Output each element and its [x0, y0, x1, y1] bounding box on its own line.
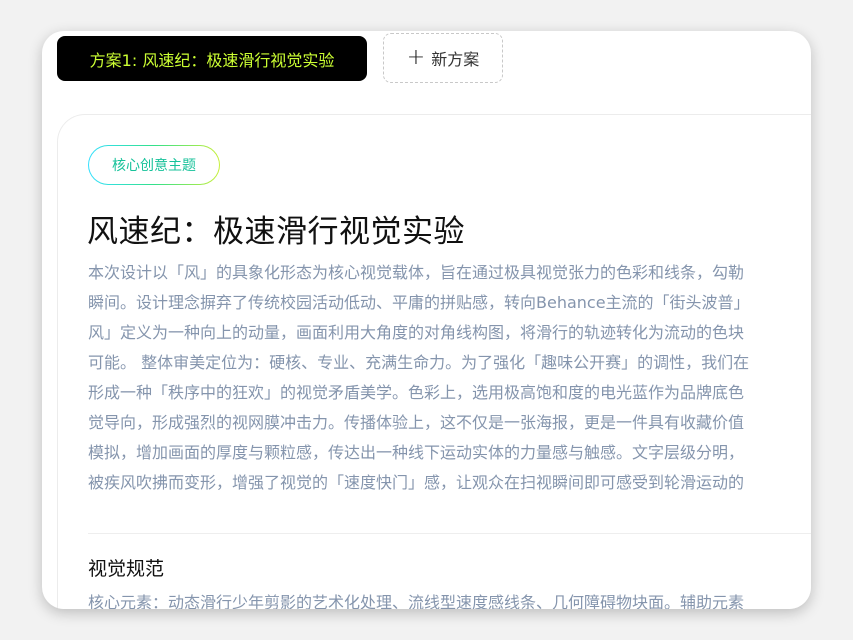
plan-title: 风速纪：极速滑行视觉实验	[87, 214, 465, 250]
tab-plan-1[interactable]: 方案1: 风速纪：极速滑行视觉实验	[57, 36, 367, 81]
new-plan-button[interactable]: + 新方案	[383, 33, 503, 83]
tab-plan-1-label: 方案1: 风速纪：极速滑行视觉实验	[89, 50, 335, 70]
visual-spec-title: 视觉规范	[88, 558, 165, 580]
visual-spec-text: 核心元素：动态滑行少年剪影的艺术化处理、流线型速度感线条、几何障碍物块面。辅助元…	[88, 593, 745, 609]
plus-icon: +	[406, 45, 426, 70]
description-line: 风」定义为一种向上的动量，画面利用大角度的对角线构图，将滑行的轨迹转化为流动的色…	[88, 323, 745, 342]
description-line: 本次设计以「风」的具象化形态为核心视觉载体，旨在通过极具视觉张力的色彩和线条，勾…	[88, 263, 745, 282]
plan-card: 核心创意主题 风速纪：极速滑行视觉实验 本次设计以「风」的具象化形态为核心视觉载…	[57, 114, 811, 609]
plan-tab-bar: 方案1: 风速纪：极速滑行视觉实验 + 新方案	[42, 31, 811, 113]
description-line: 模拟，增加画面的厚度与颗粒感，传达出一种线下运动实体的力量感与触感。文字层级分明…	[88, 443, 745, 462]
theme-badge-label: 核心创意主题	[112, 158, 196, 174]
description-line: 形成一种「秩序中的狂欢」的视觉矛盾美学。色彩上，选用极高饱和度的电光蓝作为品牌底…	[88, 383, 745, 402]
description-line: 可能。 整体审美定位为：硬核、专业、充满生命力。为了强化「趣味公开赛」的调性，我…	[88, 353, 750, 372]
theme-badge: 核心创意主题	[88, 145, 220, 185]
new-plan-label: 新方案	[431, 50, 480, 69]
app-window: 方案1: 风速纪：极速滑行视觉实验 + 新方案 核心创意主题 风速纪：极速滑行视…	[42, 31, 811, 609]
description-line: 被疾风吹拂而变形，增强了视觉的「速度快门」感，让观众在扫视瞬间即可感受到轮滑运动…	[88, 473, 745, 492]
description-line: 觉导向，形成强烈的视网膜冲击力。传播体验上，这不仅是一张海报，更是一件具有收藏价…	[88, 413, 745, 432]
plan-description: 本次设计以「风」的具象化形态为核心视觉载体，旨在通过极具视觉张力的色彩和线条，勾…	[88, 258, 811, 498]
section-divider	[88, 533, 811, 534]
description-line: 瞬间。设计理念摒弃了传统校园活动低动、平庸的拼贴感，转向Behance主流的「街…	[88, 293, 750, 312]
